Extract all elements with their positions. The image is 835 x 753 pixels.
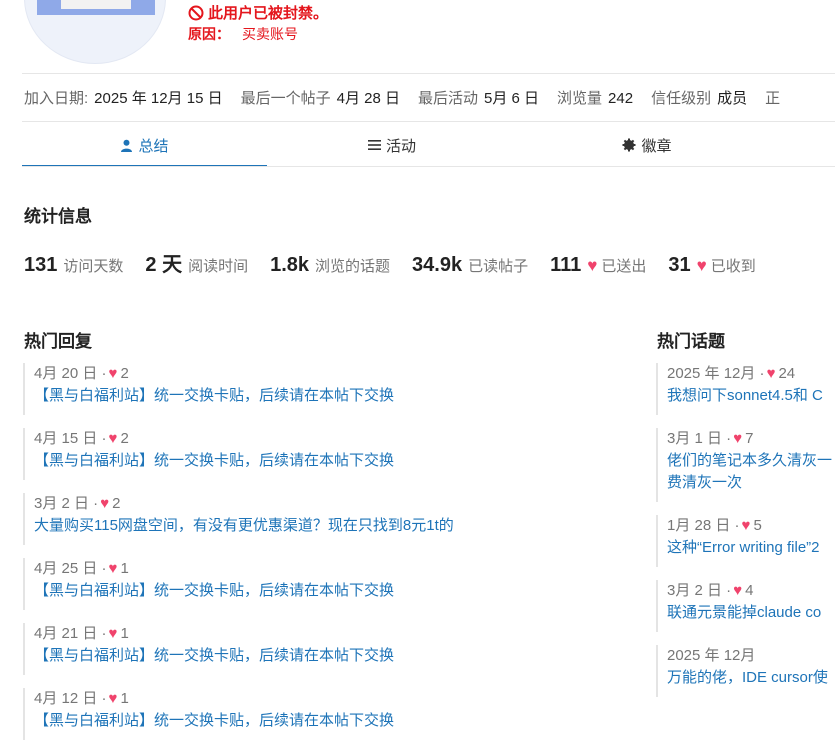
reply-link[interactable]: 【黑与白福利站】统一交换卡贴，后续请在本帖下交换 (34, 450, 623, 472)
heart-icon: ♥ (108, 560, 118, 577)
tab-activity[interactable]: 活动 (292, 125, 492, 165)
reply-meta: 4月 25 日 · ♥ 1 (34, 560, 129, 577)
heart-icon: ♥ (108, 625, 118, 642)
list-item: 2025 年 12月 万能的佬，IDE cursor使 (656, 645, 835, 697)
top-replies-title: 热门回复 (24, 332, 92, 351)
ban-reason: 原因： 买卖账号 (188, 24, 298, 44)
topic-meta: 2025 年 12月 · ♥ 24 (667, 365, 796, 382)
reply-meta: 4月 20 日 · ♥ 2 (34, 365, 129, 382)
stat-likes-given: 111 ♥ 已送出 (550, 254, 647, 276)
stat-posts-read: 34.9k 已读帖子 (412, 254, 529, 276)
topic-link[interactable]: 万能的佬，IDE cursor使 (667, 667, 835, 689)
list-icon (367, 139, 381, 151)
list-item: 4月 25 日 · ♥ 1 【黑与白福利站】统一交换卡贴，后续请在本帖下交换 (23, 558, 623, 610)
top-topics-list: 2025 年 12月 · ♥ 24 我想问下sonnet4.5和 C 3月 1 日 … (656, 363, 835, 710)
reply-meta: 4月 21 日 · ♥ 1 (34, 625, 129, 642)
topic-link[interactable]: 佬们的笔记本多久清灰一 (667, 450, 835, 472)
reply-link[interactable]: 【黑与白福利站】统一交换卡贴，后续请在本帖下交换 (34, 645, 623, 667)
heart-icon: ♥ (766, 365, 776, 382)
meta-last-post: 最后一个帖子 4月 28 日 (240, 90, 400, 107)
topic-meta: 3月 2 日 · ♥ 4 (667, 582, 754, 599)
heart-icon: ♥ (733, 582, 743, 599)
stat-likes-received: 31 ♥ 已收到 (668, 254, 756, 276)
meta-join-date: 加入日期: 2025 年 12月 15 日 (24, 90, 223, 107)
list-item: 4月 15 日 · ♥ 2 【黑与白福利站】统一交换卡贴，后续请在本帖下交换 (23, 428, 623, 480)
stats-row: 131 访问天数 2 天阅读时间 1.8k 浏览的话题 34.9k 已读帖子 111 ♥… (24, 248, 778, 277)
divider (22, 121, 835, 122)
topic-meta: 3月 1 日 · ♥ 7 (667, 430, 754, 447)
reason-value: 买卖账号 (242, 26, 298, 42)
topic-link[interactable]: 联通元景能掉claude co (667, 602, 835, 624)
top-topics-title: 热门话题 (657, 332, 725, 351)
meta-trust-level: 信任级别 成员 (651, 90, 748, 107)
heart-icon: ♥ (108, 365, 118, 382)
topic-meta: 1月 28 日 · ♥ 5 (667, 517, 762, 534)
heart-icon: ♥ (741, 517, 751, 534)
stat-days-visited: 131 访问天数 (24, 254, 124, 276)
user-meta-row: 加入日期: 2025 年 12月 15 日最后一个帖子 4月 28 日最后活动 5月 … (24, 87, 798, 108)
divider (22, 166, 835, 167)
heart-icon: ♥ (100, 495, 110, 512)
topic-link[interactable]: 这种“Error writing file”2 (667, 537, 835, 559)
badge-icon (622, 138, 636, 152)
reply-meta: 4月 15 日 · ♥ 2 (34, 430, 129, 447)
heart-icon: ♥ (587, 256, 598, 275)
tab-summary[interactable]: 总结 (22, 125, 267, 167)
reason-label: 原因： (188, 26, 230, 42)
stat-read-time: 2 天阅读时间 (145, 254, 249, 276)
heart-icon: ♥ (108, 430, 118, 447)
meta-truncated: 正 (765, 90, 781, 107)
list-item: 3月 2 日 · ♥ 4 联通元景能掉claude co (656, 580, 835, 632)
heart-icon: ♥ (696, 256, 707, 275)
reply-link[interactable]: 【黑与白福利站】统一交换卡贴，后续请在本帖下交换 (34, 385, 623, 407)
tab-activity-label: 活动 (385, 137, 416, 155)
ban-notice: 此用户已被封禁。 (188, 2, 328, 23)
reply-link[interactable]: 大量购买115网盘空间，有没有更优惠渠道？现在只找到8元1t的 (34, 515, 623, 537)
reply-meta: 4月 12 日 · ♥ 1 (34, 690, 129, 707)
tab-badges[interactable]: 徽章 (547, 125, 747, 165)
topic-link-continued[interactable]: 费清灰一次 (667, 472, 835, 494)
topic-meta: 2025 年 12月 (667, 647, 756, 664)
heart-icon: ♥ (108, 690, 118, 707)
tab-summary-label: 总结 (138, 137, 169, 155)
divider (22, 73, 835, 74)
list-item: 2025 年 12月 · ♥ 24 我想问下sonnet4.5和 C (656, 363, 835, 415)
reply-meta: 3月 2 日 · ♥ 2 (34, 495, 121, 512)
stats-title: 统计信息 (24, 207, 92, 226)
avatar-card-shape (61, 0, 131, 9)
ban-text: 此用户已被封禁。 (208, 5, 329, 22)
list-item: 4月 20 日 · ♥ 2 【黑与白福利站】统一交换卡贴，后续请在本帖下交换 (23, 363, 623, 415)
topic-link[interactable]: 我想问下sonnet4.5和 C (667, 385, 835, 407)
ban-icon (188, 5, 204, 21)
meta-views: 浏览量 242 (557, 90, 634, 107)
heart-icon: ♥ (733, 430, 743, 447)
reply-link[interactable]: 【黑与白福利站】统一交换卡贴，后续请在本帖下交换 (34, 580, 623, 602)
avatar[interactable] (24, 0, 166, 64)
list-item: 3月 2 日 · ♥ 2 大量购买115网盘空间，有没有更优惠渠道？现在只找到8元1… (23, 493, 623, 545)
user-icon (120, 139, 133, 152)
list-item: 4月 12 日 · ♥ 1 【黑与白福利站】统一交换卡贴，后续请在本帖下交换 (23, 688, 623, 740)
stat-topics-viewed: 1.8k 浏览的话题 (270, 254, 391, 276)
top-replies-list: 4月 20 日 · ♥ 2 【黑与白福利站】统一交换卡贴，后续请在本帖下交换 4月 … (23, 363, 623, 753)
list-item: 4月 21 日 · ♥ 1 【黑与白福利站】统一交换卡贴，后续请在本帖下交换 (23, 623, 623, 675)
meta-last-activity: 最后活动 5月 6 日 (417, 90, 540, 107)
list-item: 1月 28 日 · ♥ 5 这种“Error writing file”2 (656, 515, 835, 567)
profile-tabs: 总结 活动 徽章 (22, 125, 835, 167)
tab-badges-label: 徽章 (641, 137, 672, 155)
reply-link[interactable]: 【黑与白福利站】统一交换卡贴，后续请在本帖下交换 (34, 710, 623, 732)
list-item: 3月 1 日 · ♥ 7 佬们的笔记本多久清灰一 费清灰一次 (656, 428, 835, 502)
